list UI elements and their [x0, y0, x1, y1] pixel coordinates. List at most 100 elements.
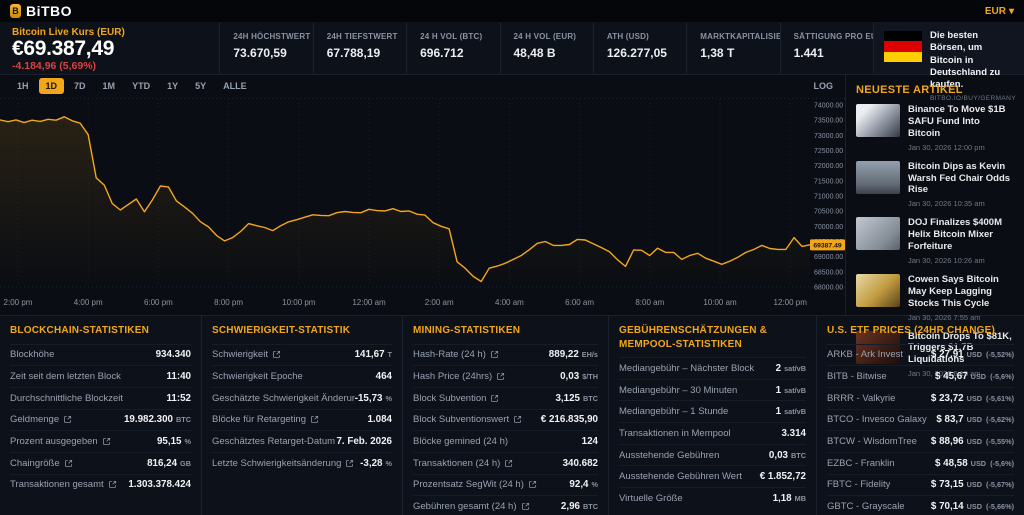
bitbo-logo[interactable]: B BiTBO — [10, 3, 72, 19]
row-label: BRRR - Valkyrie — [827, 393, 895, 404]
row-unit: sat/vB — [784, 407, 806, 416]
row-value: $ 83,7USD(-5,62%) — [936, 414, 1014, 425]
panel-row: Ausstehende Gebühren Wert€ 1.852,72 — [619, 465, 806, 487]
news-article[interactable]: Binance To Move $1B SAFU Fund Into Bitco… — [856, 104, 1014, 152]
row-label[interactable]: Hash Price (24hrs) — [413, 371, 505, 382]
x-tick-label: 12:00 am — [352, 298, 385, 307]
range-button-1d[interactable]: 1D — [39, 78, 65, 94]
row-label[interactable]: Schwierigkeit — [212, 349, 281, 360]
panel-row: Hash-Rate (24 h) 889,22EH/s — [413, 344, 598, 366]
panel-row: BTCO - Invesco Galaxy$ 83,7USD(-5,62%) — [827, 409, 1014, 431]
svg-text:69387.49: 69387.49 — [813, 243, 842, 250]
row-unit: BTC — [583, 502, 598, 511]
germany-flag-icon — [884, 31, 922, 62]
log-scale-toggle[interactable]: LOG — [814, 81, 834, 91]
external-link-icon — [102, 437, 111, 446]
etf-change: (-5,52%) — [986, 350, 1014, 359]
range-button-ytd[interactable]: YTD — [125, 78, 157, 94]
row-value: $ 45,67USD(-5,6%) — [935, 371, 1014, 382]
row-label: Mediangebühr – 30 Minuten — [619, 385, 737, 396]
header-stats-strip: Bitcoin Live Kurs (EUR) €69.387,49 -4.18… — [0, 22, 1024, 75]
stat-value: 126.277,05 — [607, 46, 682, 60]
external-link-icon — [521, 502, 530, 511]
news-article[interactable]: DOJ Finalizes $400M Helix Bitcoin Mixer … — [856, 217, 1014, 265]
row-label[interactable]: Geschätzte Schwierigkeit Änderung — [212, 393, 355, 404]
panel-title: BLOCKCHAIN-STATISTIKEN — [10, 316, 191, 344]
row-value: 889,22EH/s — [549, 349, 598, 360]
stat-label: 24H HÖCHSTWERT — [233, 32, 308, 41]
stat-value: 73.670,59 — [233, 46, 308, 60]
chart-x-axis: 2:00 pm4:00 pm6:00 pm8:00 pm10:00 pm12:0… — [0, 293, 845, 315]
svg-text:73000.00: 73000.00 — [814, 133, 843, 140]
svg-text:72000.00: 72000.00 — [814, 163, 843, 170]
row-value: 1,18MB — [773, 493, 806, 504]
row-value: -15,73% — [355, 393, 392, 404]
row-label[interactable]: Geschätztes Retarget-Datum — [212, 436, 336, 447]
row-label[interactable]: Prozentsatz SegWit (24 h) — [413, 479, 537, 490]
news-article[interactable]: Cowen Says Bitcoin May Keep Lagging Stoc… — [856, 274, 1014, 322]
row-label[interactable]: Transaktionen (24 h) — [413, 458, 513, 469]
row-label[interactable]: Chaingröße — [10, 458, 73, 469]
row-label[interactable]: Letzte Schwierigkeitsänderung — [212, 458, 354, 469]
x-tick-label: 8:00 pm — [214, 298, 243, 307]
article-thumbnail — [856, 217, 900, 250]
range-button-7d[interactable]: 7D — [67, 78, 93, 94]
row-value: € 216.835,90 — [541, 414, 598, 425]
row-value: 92,4% — [569, 479, 598, 490]
svg-text:71000.00: 71000.00 — [814, 194, 843, 201]
range-button-1m[interactable]: 1M — [96, 78, 123, 94]
etf-change: (-5,6%) — [990, 459, 1014, 468]
panel-row: Schwierigkeit Epoche464 — [212, 365, 392, 387]
row-value: $ 27,91USD(-5,52%) — [931, 349, 1014, 360]
row-label[interactable]: Hash-Rate (24 h) — [413, 349, 499, 360]
range-button-1h[interactable]: 1H — [10, 78, 36, 94]
current-price-marker: 69387.49 — [810, 239, 845, 250]
row-value: $ 70,14USD(-5,66%) — [931, 501, 1014, 512]
article-date: Jan 30, 2026 10:35 am — [908, 199, 1014, 208]
row-label[interactable]: Block Subventionswert — [413, 414, 522, 425]
row-label: ARKB - Ark Invest — [827, 349, 903, 360]
news-article[interactable]: Bitcoin Dips as Kevin Warsh Fed Chair Od… — [856, 161, 1014, 209]
panel-row: EZBC - Franklin$ 48,58USD(-5,6%) — [827, 452, 1014, 474]
range-button-alle[interactable]: ALLE — [216, 78, 254, 94]
row-label: GBTC - Grayscale — [827, 501, 905, 512]
row-label[interactable]: Gebühren gesamt (24 h) — [413, 501, 530, 512]
price-chart-canvas[interactable]: 74000.0073500.0073000.0072500.0072000.00… — [0, 97, 845, 293]
panel-row: Letzte Schwierigkeitsänderung-3,28% — [212, 452, 392, 474]
row-unit: BTC — [176, 415, 191, 424]
row-label: Ausstehende Gebühren Wert — [619, 471, 742, 482]
row-label[interactable]: Block Subvention — [413, 393, 499, 404]
row-unit: sat/vB — [784, 386, 806, 395]
stats-panel: U.S. ETF PRICES (24HR CHANGE)ARKB - Ark … — [816, 316, 1024, 515]
svg-text:69000.00: 69000.00 — [814, 254, 843, 261]
panel-title: SCHWIERIGKEIT-STATISTIK — [212, 316, 392, 344]
row-label[interactable]: Prozent ausgegeben — [10, 436, 111, 447]
row-unit: USD — [967, 394, 982, 403]
range-button-1y[interactable]: 1Y — [160, 78, 185, 94]
row-unit: USD — [967, 502, 982, 511]
row-label[interactable]: Geldmenge — [10, 414, 72, 425]
article-thumbnail — [856, 161, 900, 194]
header-stat: SÄTTIGUNG PRO EUR 1.441 — [780, 22, 873, 74]
external-link-icon — [528, 480, 537, 489]
currency-selector[interactable]: EUR ▾ — [985, 6, 1014, 17]
row-unit: BTC — [791, 451, 806, 460]
panel-row: Block Subventionswert € 216.835,90 — [413, 409, 598, 431]
row-unit: USD — [971, 459, 986, 468]
panel-row: FBTC - Fidelity$ 73,15USD(-5,67%) — [827, 474, 1014, 496]
row-label[interactable]: Transaktionen gesamt — [10, 479, 117, 490]
row-value: 1.084 — [367, 414, 392, 425]
stat-value: 48,48 B — [514, 46, 589, 60]
svg-text:70000.00: 70000.00 — [814, 224, 843, 231]
row-label[interactable]: Blöcke für Retargeting — [212, 414, 319, 425]
news-section-title: NEUESTE ARTIKEL — [856, 84, 1014, 96]
row-value: 124 — [582, 436, 598, 447]
row-unit: % — [386, 394, 393, 403]
range-button-5y[interactable]: 5Y — [188, 78, 213, 94]
panel-row: BTCW - WisdomTree$ 88,96USD(-5,55%) — [827, 430, 1014, 452]
panel-row: Hash Price (24hrs)0,03$/TH — [413, 365, 598, 387]
germany-exchanges-banner[interactable]: Die besten Börsen, um Bitcoin in Deutsch… — [873, 22, 1024, 74]
row-value: 2sat/vB — [776, 363, 806, 374]
stat-value: 696.712 — [420, 46, 495, 60]
panel-row: Mediangebühr – Nächster Block2sat/vB — [619, 357, 806, 379]
